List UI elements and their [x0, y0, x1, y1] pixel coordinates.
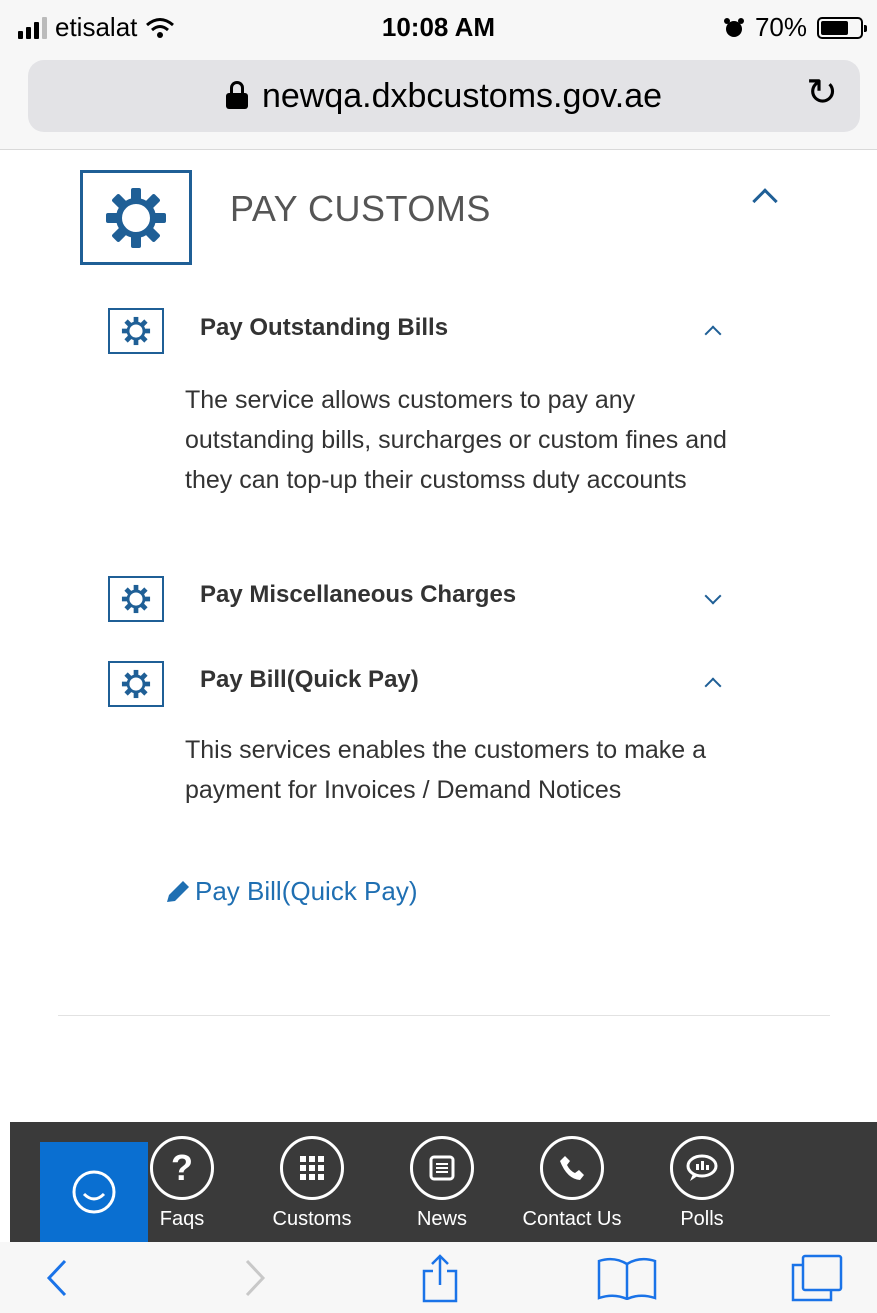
browser-toolbar	[0, 1242, 877, 1313]
nav-item-contact-us[interactable]: Contact Us	[512, 1136, 632, 1231]
browser-address-area: newqa.dxbcustoms.gov.ae ↻	[0, 56, 877, 150]
nav-label: Polls	[680, 1208, 724, 1230]
misc-charges-gear-icon	[108, 576, 164, 622]
divider	[58, 1015, 830, 1016]
item-collapse-chevron-up-icon[interactable]	[704, 677, 722, 695]
phone-icon	[540, 1136, 604, 1200]
chevron-left-icon	[46, 1259, 67, 1297]
book-icon	[597, 1257, 657, 1300]
tabs-icon	[791, 1254, 843, 1302]
poll-icon	[670, 1136, 734, 1200]
item-title-pay-miscellaneous-charges[interactable]: Pay Miscellaneous Charges	[200, 581, 516, 609]
url: newqa.dxbcustoms.gov.ae	[261, 77, 663, 115]
tabs-button[interactable]	[782, 1250, 852, 1306]
pay-customs-gear-icon	[80, 170, 192, 265]
pay-bill-quick-pay-link[interactable]: Pay Bill(Quick Pay)	[165, 876, 418, 907]
reload-icon[interactable]: ↻	[806, 74, 838, 112]
item-description-pay-outstanding-bills: The service allows customers to pay any …	[185, 386, 727, 494]
battery-percent: 70%	[754, 12, 807, 42]
pencil-icon	[167, 880, 189, 902]
nav-item-faqs[interactable]: ? Faqs	[122, 1136, 242, 1231]
section-collapse-chevron-up-icon[interactable]	[752, 188, 778, 214]
address-bar[interactable]: newqa.dxbcustoms.gov.ae ↻	[28, 60, 860, 132]
status-bar: etisalat 10:08 AM 70%	[0, 0, 877, 56]
grid-icon	[280, 1136, 344, 1200]
item-collapse-chevron-up-icon[interactable]	[704, 325, 722, 343]
lock-icon	[225, 81, 248, 109]
alarm-icon	[723, 17, 744, 37]
bookmarks-button[interactable]	[592, 1250, 662, 1306]
newspaper-icon	[410, 1136, 474, 1200]
item-description-pay-bill-quick-pay: This services enables the customers to m…	[185, 736, 707, 804]
smile-chat-icon	[72, 1170, 116, 1214]
nav-item-news[interactable]: News	[382, 1136, 502, 1231]
quick-pay-link-text: Pay Bill(Quick Pay)	[195, 876, 418, 906]
share-button[interactable]	[405, 1250, 475, 1306]
item-title-pay-bill-quick-pay[interactable]: Pay Bill(Quick Pay)	[200, 666, 419, 694]
address-text: newqa.dxbcustoms.gov.ae	[28, 77, 860, 116]
nav-label: Faqs	[159, 1208, 205, 1230]
section-title[interactable]: PAY CUSTOMS	[230, 188, 491, 230]
item-expand-chevron-down-icon[interactable]	[704, 587, 722, 605]
nav-label: Contact Us	[522, 1208, 622, 1230]
nav-item-polls[interactable]: Polls	[642, 1136, 762, 1231]
nav-item-customs[interactable]: Customs	[252, 1136, 372, 1231]
question-icon: ?	[150, 1136, 214, 1200]
share-icon	[422, 1254, 458, 1303]
forward-button[interactable]	[220, 1250, 290, 1306]
battery-icon	[817, 16, 867, 39]
app-bottom-nav: ? Faqs Customs News Contact Us Polls	[10, 1122, 877, 1242]
chevron-right-icon	[245, 1259, 266, 1297]
battery-info: 70%	[723, 12, 867, 43]
item-title-pay-outstanding-bills[interactable]: Pay Outstanding Bills	[200, 314, 448, 342]
outstanding-bills-gear-icon	[108, 308, 164, 354]
back-button[interactable]	[22, 1250, 92, 1306]
quick-pay-gear-icon	[108, 661, 164, 707]
nav-label: Customs	[272, 1208, 352, 1230]
nav-label: News	[416, 1208, 467, 1230]
